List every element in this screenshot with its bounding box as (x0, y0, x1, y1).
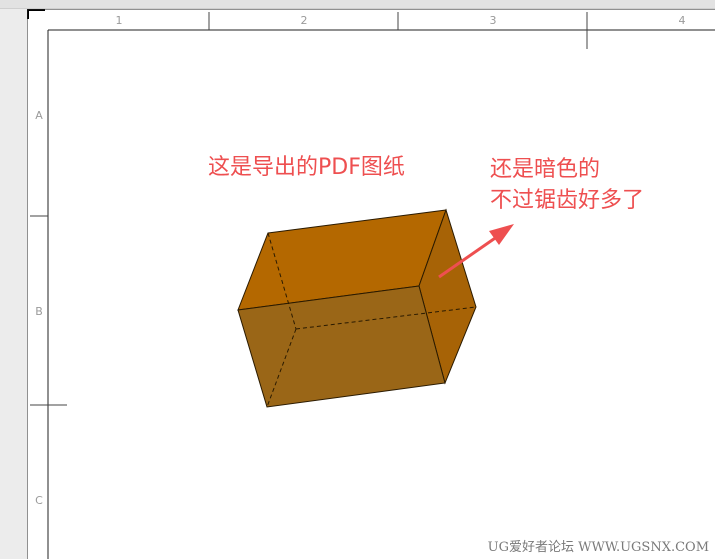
row-zone-label: C (35, 494, 43, 507)
sheet-corner-marker (27, 9, 45, 19)
drawing-canvas (27, 9, 715, 559)
annotation-left: 这是导出的PDF图纸 (208, 155, 405, 180)
column-zone-label: 2 (300, 14, 308, 27)
column-zone-label: 1 (115, 14, 123, 27)
row-zone-label: B (35, 305, 43, 318)
column-zone-label: 3 (489, 14, 497, 27)
column-zone-label: 4 (678, 14, 686, 27)
window-top-strip (0, 0, 715, 9)
annotation-right-line2: 不过锯齿好多了 (490, 188, 645, 213)
drawing-sheet: 1 2 3 4 A B C 这是导出的PDF图纸 还是暗色的 不过锯齿好多了 U… (27, 9, 715, 559)
annotation-arrow-head (489, 224, 514, 245)
watermark: UG爱好者论坛 WWW.UGSNX.COM (487, 540, 709, 555)
row-zone-label: A (35, 109, 43, 122)
annotation-right-line1: 还是暗色的 (490, 157, 601, 182)
